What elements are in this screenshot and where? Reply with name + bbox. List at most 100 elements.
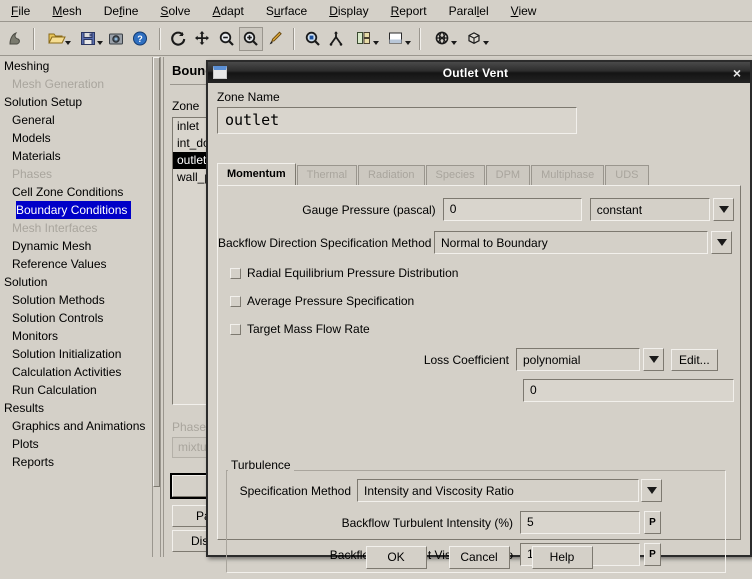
loss-coefficient-secondary-input[interactable]: 0 [523, 379, 734, 402]
nav-item-calculation-activities[interactable]: Calculation Activities [0, 363, 152, 381]
camera-snapshot-icon[interactable] [105, 27, 129, 51]
help-button[interactable]: Help [531, 545, 593, 569]
menu-item-solve[interactable]: Solve [149, 2, 201, 20]
nav-item-dynamic-mesh[interactable]: Dynamic Mesh [0, 237, 152, 255]
specification-method-combo[interactable]: Intensity and Viscosity Ratio [357, 479, 639, 502]
backflow-intensity-parameter-badge[interactable]: P [644, 511, 661, 534]
nav-item-graphics-and-animations[interactable]: Graphics and Animations [0, 417, 152, 435]
menu-item-adapt[interactable]: Adapt [201, 2, 254, 20]
svg-text:?: ? [137, 34, 143, 44]
gauge-pressure-method-combo[interactable]: constant [589, 198, 710, 221]
chevron-down-icon[interactable] [483, 41, 489, 45]
menu-item-mesh[interactable]: Mesh [41, 2, 92, 20]
toolbar-separator [293, 28, 295, 50]
save-disk-icon[interactable] [73, 27, 105, 51]
dialog-button-bar: OK Cancel Help [208, 535, 750, 579]
nav-item-models[interactable]: Models [0, 129, 152, 147]
menu-item-display[interactable]: Display [318, 2, 379, 20]
loss-coefficient-combo[interactable]: polynomial [516, 348, 640, 371]
nav-item-general[interactable]: General [0, 111, 152, 129]
specification-method-chevron-down-icon[interactable] [641, 479, 662, 502]
toolbar-group-5 [424, 25, 494, 53]
tab-species: Species [425, 165, 485, 186]
backflow-direction-row: Backflow Direction Specification Method … [218, 231, 734, 254]
nav-item-phases: Phases [12, 167, 53, 181]
turbulence-group-label: Turbulence [228, 458, 294, 472]
menu-item-file[interactable]: File [0, 2, 41, 20]
pan-move-icon[interactable] [191, 27, 215, 51]
nav-item-run-calculation[interactable]: Run Calculation [0, 381, 152, 399]
dialog-tabs[interactable]: Momentum Thermal Radiation Species DPM Multip… [217, 163, 649, 186]
nav-item-results[interactable]: Results [0, 399, 152, 417]
close-icon[interactable]: × [724, 66, 750, 80]
menu-item-parallel[interactable]: Parallel [438, 2, 500, 20]
scale-axis-icon[interactable] [325, 27, 349, 51]
nav-item-meshing[interactable]: Meshing [0, 57, 152, 75]
nav-item-mesh-generation: Mesh Generation [12, 77, 105, 91]
gauge-pressure-method-chevron-down-icon[interactable] [713, 198, 734, 221]
nav-item-reference-values[interactable]: Reference Values [0, 255, 152, 273]
navigation-scrollbar-thumb[interactable] [153, 57, 160, 487]
backflow-direction-combo[interactable]: Normal to Boundary [434, 231, 708, 254]
zoom-in-icon[interactable] [239, 27, 263, 51]
zone-name-input[interactable]: outlet [217, 107, 577, 134]
momentum-tab-panel: Gauge Pressure (pascal) 0 constant Backf… [217, 185, 741, 573]
target-mass-flow-checkbox[interactable]: Target Mass Flow Rate [230, 322, 370, 336]
nav-item-mesh-interfaces: Mesh Interfaces [12, 221, 98, 235]
probe-pick-icon[interactable] [263, 27, 287, 51]
backflow-intensity-row: Backflow Turbulent Intensity (%) 5 P [235, 511, 715, 534]
chevron-down-icon[interactable] [405, 41, 411, 45]
nav-item-monitors[interactable]: Monitors [0, 327, 152, 345]
menu-item-report[interactable]: Report [380, 2, 438, 20]
radial-equilibrium-checkbox[interactable]: Radial Equilibrium Pressure Distribution [230, 266, 458, 280]
toolbar-group-4 [298, 25, 416, 53]
toolbar-separator [33, 28, 35, 50]
menu-item-define[interactable]: Define [93, 2, 150, 20]
backflow-direction-chevron-down-icon[interactable] [711, 231, 732, 254]
zoom-region-icon[interactable] [301, 27, 325, 51]
nav-item-materials[interactable]: Materials [0, 147, 152, 165]
gauge-pressure-row: Gauge Pressure (pascal) 0 constant [218, 198, 734, 221]
render-box-icon[interactable] [459, 27, 491, 51]
nav-item-boundary-conditions[interactable]: Boundary Conditions [16, 201, 132, 219]
nav-item-cell-zone-conditions[interactable]: Cell Zone Conditions [0, 183, 152, 201]
dialog-title: Outlet Vent [442, 65, 509, 80]
layout-panes-icon[interactable] [349, 27, 381, 51]
cancel-button[interactable]: Cancel [448, 545, 510, 569]
fluent-app-icon[interactable] [3, 27, 27, 51]
chevron-down-icon[interactable] [373, 41, 379, 45]
dialog-title-bar[interactable]: Outlet Vent × [208, 62, 750, 83]
nav-item-solution[interactable]: Solution [0, 273, 152, 291]
nav-item-solution-initialization[interactable]: Solution Initialization [0, 345, 152, 363]
nav-item-solution-setup[interactable]: Solution Setup [0, 93, 152, 111]
lighting-globe-icon[interactable] [427, 27, 459, 51]
chevron-down-icon[interactable] [65, 41, 71, 45]
help-question-icon[interactable]: ? [129, 27, 153, 51]
window-icon [213, 66, 227, 79]
zoom-out-icon[interactable] [215, 27, 239, 51]
menu-item-view[interactable]: View [500, 2, 548, 20]
toolbar-group-1 [0, 25, 30, 53]
navigation-tree[interactable]: Meshing Mesh Generation Solution Setup Gene… [0, 57, 152, 557]
open-folder-icon[interactable] [41, 27, 73, 51]
checkbox-box-icon [230, 323, 241, 335]
background-color-icon[interactable] [381, 27, 413, 51]
backflow-intensity-input[interactable]: 5 [520, 511, 640, 534]
gauge-pressure-input[interactable]: 0 [442, 198, 582, 221]
nav-item-plots[interactable]: Plots [0, 435, 152, 453]
backflow-intensity-label: Backflow Turbulent Intensity (%) [341, 515, 513, 530]
loss-coefficient-chevron-down-icon[interactable] [643, 348, 664, 371]
nav-item-reports[interactable]: Reports [0, 453, 152, 471]
nav-item-solution-controls[interactable]: Solution Controls [0, 309, 152, 327]
loss-coefficient-edit-button[interactable]: Edit... [671, 348, 718, 371]
rotate-refresh-icon[interactable] [167, 27, 191, 51]
ok-button[interactable]: OK [365, 545, 427, 569]
menu-item-surface[interactable]: Surface [255, 2, 318, 20]
tab-momentum[interactable]: Momentum [217, 163, 296, 186]
navigation-scrollbar[interactable] [152, 57, 161, 557]
nav-item-solution-methods[interactable]: Solution Methods [0, 291, 152, 309]
chevron-down-icon[interactable] [97, 41, 103, 45]
average-pressure-checkbox[interactable]: Average Pressure Specification [230, 294, 414, 308]
menu-bar: File Mesh Define Solve Adapt Surface Display Re… [0, 0, 752, 22]
chevron-down-icon[interactable] [451, 41, 457, 45]
